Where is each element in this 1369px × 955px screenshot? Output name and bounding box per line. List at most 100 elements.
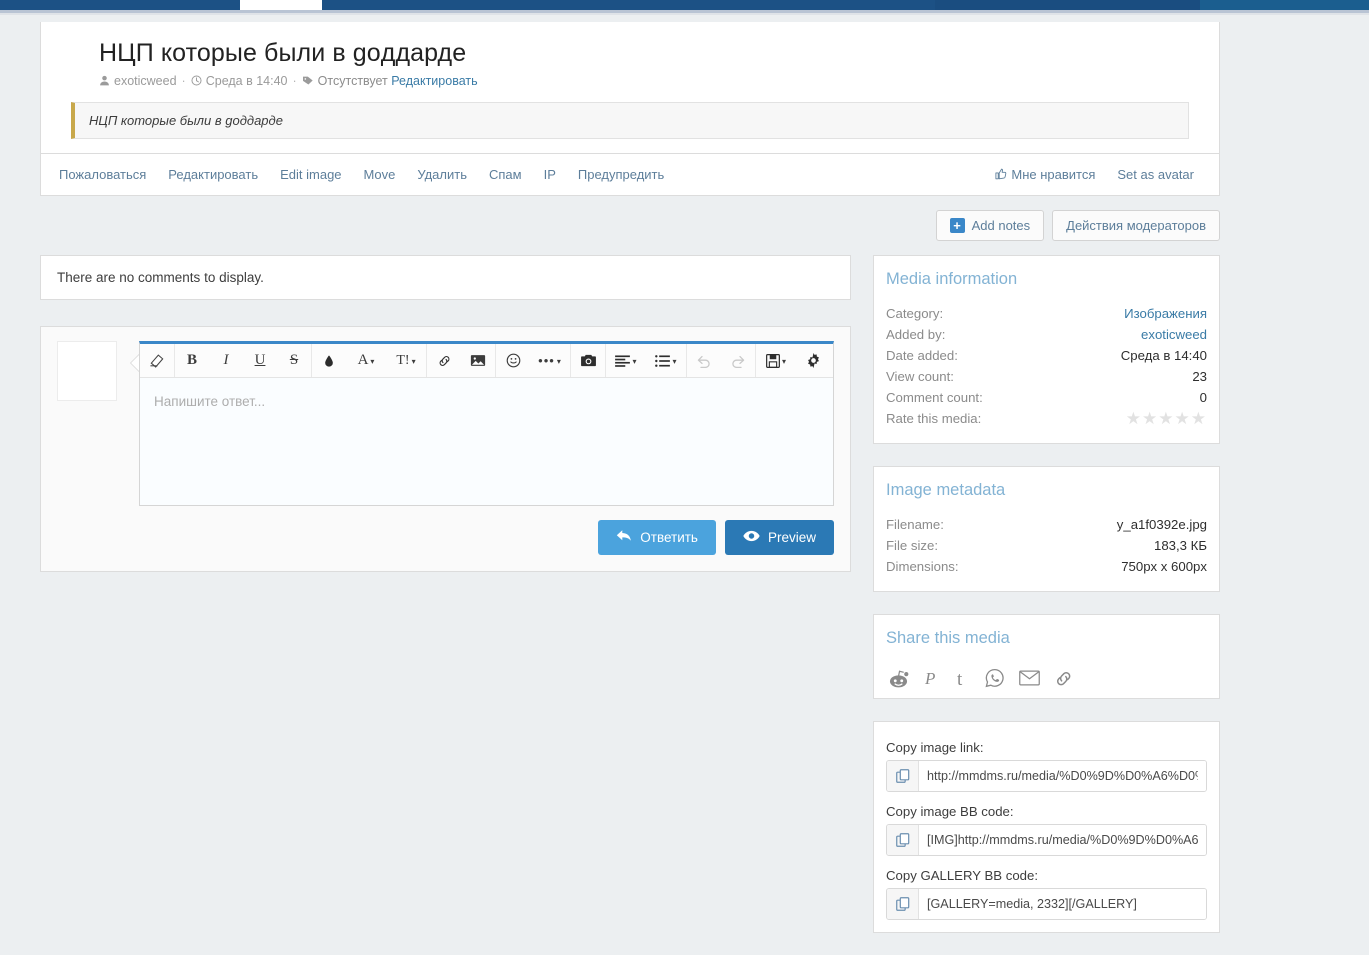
eraser-icon[interactable] (140, 344, 174, 377)
bold-icon[interactable]: B (175, 344, 209, 377)
align-icon[interactable]: ▾ (606, 344, 646, 377)
gear-icon[interactable] (796, 344, 830, 377)
media-info-row-category: Category: Изображения (886, 303, 1207, 324)
list-icon[interactable]: ▾ (646, 344, 686, 377)
tag-icon (302, 75, 314, 89)
value: 23 (1192, 369, 1207, 384)
navbar-segment-right[interactable] (935, 0, 1200, 10)
tumblr-icon[interactable]: t (955, 668, 971, 688)
reply-arrow-icon (616, 529, 632, 546)
label: Rate this media: (886, 411, 982, 426)
chevron-down-icon: ▾ (632, 357, 637, 366)
font-family-icon[interactable]: A ▾ (346, 344, 386, 377)
label: Category: (886, 306, 944, 321)
action-ip[interactable]: IP (533, 164, 567, 185)
category-link[interactable]: Изображения (1124, 306, 1207, 321)
copy-gallery-bbcode-field[interactable] (886, 888, 1207, 920)
action-edit[interactable]: Редактировать (157, 164, 269, 185)
chevron-down-icon: ▾ (672, 357, 677, 366)
label: Comment count: (886, 390, 983, 405)
added-by-link[interactable]: exoticweed (1141, 327, 1207, 342)
italic-icon[interactable]: I (209, 344, 243, 377)
pinterest-icon[interactable]: P (923, 668, 941, 688)
eye-icon (743, 530, 760, 545)
add-notes-button[interactable]: + Add notes (935, 210, 1045, 241)
byline-edit-link[interactable]: Редактировать (391, 74, 477, 88)
email-icon[interactable] (1019, 670, 1040, 686)
copy-icon[interactable] (887, 761, 919, 791)
share-panel: Share this media P t (873, 614, 1220, 699)
notes-row: + Add notes Действия модераторов (40, 210, 1220, 241)
set-as-avatar-button[interactable]: Set as avatar (1106, 164, 1205, 185)
label: Date added: (886, 348, 958, 363)
redo-icon[interactable] (721, 344, 755, 377)
copy-icon[interactable] (887, 889, 919, 919)
copy-image-bbcode-label: Copy image BB code: (886, 804, 1014, 819)
text-color-icon[interactable] (312, 344, 346, 377)
copy-icon[interactable] (887, 825, 919, 855)
smilie-icon[interactable] (496, 344, 530, 377)
media-info-row-comment-count: Comment count: 0 (886, 387, 1207, 408)
undo-icon[interactable] (687, 344, 721, 377)
copy-image-bbcode-field[interactable] (886, 824, 1207, 856)
rating-stars[interactable]: ★★★★★ (1126, 409, 1207, 428)
reply-label: Ответить (640, 530, 698, 545)
link-icon[interactable] (1054, 669, 1074, 688)
action-bar-right: Мне нравится Set as avatar (991, 164, 1205, 185)
navbar-active-tab[interactable] (240, 0, 322, 10)
editor-box: B I U S A ▾ T! ▾ ••• ▾ ▾ ▾ ▾ Напишите от… (139, 341, 834, 506)
reply-textarea[interactable]: Напишите ответ... (140, 378, 833, 505)
strikethrough-icon[interactable]: S (277, 344, 311, 377)
link-icon[interactable] (427, 344, 461, 377)
preview-label: Preview (767, 530, 816, 545)
no-comments-message: There are no comments to display. (40, 255, 851, 300)
like-button[interactable]: Мне нравится (991, 164, 1106, 185)
media-action-bar: Пожаловаться Редактировать Edit image Mo… (40, 154, 1220, 196)
thumbs-up-icon (995, 168, 1007, 183)
more-options-icon[interactable]: ••• ▾ (530, 344, 570, 377)
value[interactable]: exoticweed (1141, 324, 1207, 345)
action-delete[interactable]: Удалить (406, 164, 478, 185)
main-content: There are no comments to display. B I U … (40, 255, 1220, 955)
byline-separator-2: · (292, 74, 297, 88)
action-edit-image[interactable]: Edit image (269, 164, 352, 185)
value[interactable]: Изображения (1124, 303, 1207, 324)
whatsapp-icon[interactable] (985, 668, 1005, 688)
toolbar-group-typography: A ▾ T! ▾ (312, 344, 427, 377)
copy-panel: Copy image link: Copy image BB code: (873, 721, 1220, 933)
value: 183,3 КБ (1153, 538, 1207, 553)
copy-image-bbcode-input[interactable] (919, 825, 1206, 855)
reddit-icon[interactable] (888, 669, 909, 688)
font-size-icon[interactable]: T! ▾ (386, 344, 426, 377)
action-report[interactable]: Пожаловаться (55, 164, 157, 185)
toolbar-group-align: ▾ ▾ (606, 344, 687, 377)
media-information-heading: Media information (886, 270, 1018, 288)
sidebar: Media information Category: Изображения … (873, 255, 1220, 955)
metadata-row-filesize: File size: 183,3 КБ (886, 535, 1207, 556)
navbar-segment-far-right[interactable] (1200, 0, 1369, 10)
draft-icon[interactable]: ▾ (756, 344, 796, 377)
label: Added by: (886, 327, 946, 342)
action-spam[interactable]: Спам (478, 164, 533, 185)
copy-gallery-bbcode-input[interactable] (919, 889, 1206, 919)
underline-icon[interactable]: U (243, 344, 277, 377)
plus-icon: + (949, 218, 965, 233)
image-metadata-heading: Image metadata (886, 481, 1006, 499)
action-warn[interactable]: Предупредить (567, 164, 675, 185)
moderator-actions-button[interactable]: Действия модераторов (1052, 210, 1220, 241)
copy-image-link-input[interactable] (919, 761, 1206, 791)
copy-image-bbcode-block: Copy image BB code: (886, 804, 1207, 856)
byline-date: Среда в 14:40 (205, 74, 288, 88)
copy-image-link-field[interactable] (886, 760, 1207, 792)
share-heading: Share this media (886, 629, 1010, 647)
top-navbar[interactable] (0, 0, 1369, 15)
action-move[interactable]: Move (353, 164, 407, 185)
preview-button[interactable]: Preview (724, 520, 834, 555)
byline-separator-1: · (181, 74, 186, 88)
reply-button[interactable]: Ответить (598, 520, 716, 555)
camera-icon[interactable] (571, 344, 605, 377)
image-icon[interactable] (461, 344, 495, 377)
label: Dimensions: (886, 559, 959, 574)
add-notes-label: Add notes (971, 218, 1031, 233)
chevron-down-icon: ▾ (370, 357, 375, 366)
